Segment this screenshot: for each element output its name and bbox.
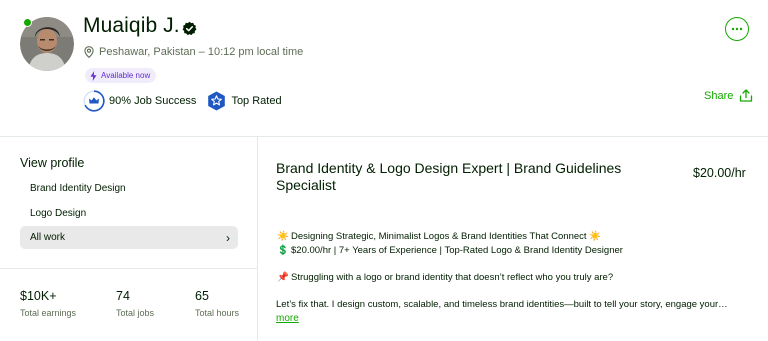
dollar-icon: 💲 [277,245,289,256]
job-success-text: 90% Job Success [109,95,197,107]
description-line: 📌 Struggling with a logo or brand identit… [277,272,613,283]
stat-total-jobs: 74 Total jobs [116,289,154,318]
description-line: Let’s fix that. I design custom, scalabl… [276,299,728,310]
stat-value: $10K+ [20,289,57,303]
ellipsis-icon [731,27,743,31]
sidebar-item-brand-identity-design[interactable]: Brand Identity Design [30,183,126,194]
availability-text: Available now [101,71,151,80]
view-profile-heading: View profile [20,156,85,170]
sidebar-item-all-work[interactable]: All work › [20,226,238,249]
description-text: Struggling with a logo or brand identity… [291,272,614,283]
freelancer-name: Muaiqib J. [83,14,180,37]
profile-title: Brand Identity & Logo Design Expert | Br… [276,160,622,193]
availability-badge: Available now [85,68,157,83]
header-divider [0,136,768,137]
sidebar-divider [0,268,257,269]
crown-badge-icon[interactable] [83,90,105,112]
more-options-button[interactable] [725,17,749,41]
pushpin-icon: 📌 [277,272,289,283]
share-label: Share [704,89,734,102]
verified-check-icon [182,21,197,36]
location-text: Peshawar, Pakistan – 10:12 pm local time [99,46,304,58]
hourly-rate: $20.00/hr [693,166,746,180]
top-rated-text: Top Rated [231,95,282,107]
column-divider [257,137,258,341]
share-upload-icon [740,89,753,102]
badges: 90% Job Success Top Rated [83,90,282,112]
sidebar-item-label: All work [30,232,66,243]
description-text: Designing Strategic, Minimalist Logos & … [291,231,587,242]
stat-label: Total jobs [116,308,155,318]
sun-icon: ☀️ [277,231,289,242]
description-text: Let’s fix that. I design custom, scalabl… [276,299,728,310]
star-badge-icon[interactable] [207,91,226,111]
more-link[interactable]: more [276,313,299,324]
description-text: $20.00/hr | 7+ Years of Experience | Top… [291,245,623,256]
lightning-bolt-icon [90,70,97,81]
location: Peshawar, Pakistan – 10:12 pm local time [84,46,303,58]
stat-value: 74 [116,289,130,303]
online-status-dot [23,18,32,27]
share-button[interactable]: Share [704,89,753,102]
stat-value: 65 [195,289,209,303]
stat-total-hours: 65 Total hours [195,289,239,318]
location-pin-icon [84,46,94,58]
stat-label: Total earnings [20,308,77,318]
description-line: 💲 $20.00/hr | 7+ Years of Experience | To… [277,245,623,256]
description-line: ☀️ Designing Strategic, Minimalist Logos … [277,231,603,242]
chevron-right-icon: › [226,230,230,245]
sun-icon: ☀️ [589,231,602,242]
stat-label: Total hours [195,308,240,318]
avatar-container[interactable] [20,17,74,71]
sidebar-item-logo-design[interactable]: Logo Design [30,208,86,219]
stat-total-earnings: $10K+ Total earnings [20,289,76,318]
